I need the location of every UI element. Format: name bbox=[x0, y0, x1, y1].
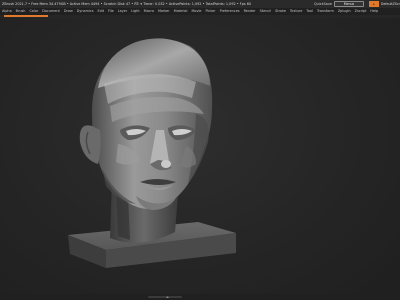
menu-texture[interactable]: Texture bbox=[290, 8, 302, 15]
menu-tool[interactable]: Tool bbox=[306, 8, 313, 15]
zbrush-window: ZBrush 2021.7 • Free Mem 34.479GB • Acti… bbox=[0, 0, 400, 300]
bottom-tray: ◂▸ bbox=[0, 294, 400, 300]
main-menu-bar: Alpha Brush Color Document Draw Dynamics… bbox=[0, 8, 400, 15]
default-zscript-button[interactable]: DefaultZScript bbox=[381, 0, 400, 8]
sculpt-model[interactable] bbox=[0, 18, 400, 300]
menu-movie[interactable]: Movie bbox=[191, 8, 201, 15]
title-status-text: ZBrush 2021.7 • Free Mem 34.479GB • Acti… bbox=[2, 2, 252, 6]
menu-file[interactable]: File bbox=[108, 8, 114, 15]
preset-icon: ▸ bbox=[373, 2, 375, 6]
menus-button[interactable]: Menus bbox=[334, 1, 364, 7]
menu-edit[interactable]: Edit bbox=[97, 8, 104, 15]
menu-brush[interactable]: Brush bbox=[16, 8, 26, 15]
canvas-viewport[interactable] bbox=[0, 18, 400, 300]
menu-dynamics[interactable]: Dynamics bbox=[77, 8, 94, 15]
menu-alpha[interactable]: Alpha bbox=[2, 8, 12, 15]
title-bar: ZBrush 2021.7 • Free Mem 34.479GB • Acti… bbox=[0, 0, 400, 8]
menu-layer[interactable]: Layer bbox=[118, 8, 127, 15]
menu-preferences[interactable]: Preferences bbox=[220, 8, 240, 15]
menu-zscript[interactable]: Zscript bbox=[355, 8, 367, 15]
menu-stroke[interactable]: Stroke bbox=[275, 8, 286, 15]
menu-material[interactable]: Material bbox=[174, 8, 188, 15]
progress-fill bbox=[4, 15, 48, 17]
menu-help[interactable]: Help bbox=[370, 8, 378, 15]
menu-stencil[interactable]: Stencil bbox=[260, 8, 271, 15]
head bbox=[79, 38, 213, 210]
menu-render[interactable]: Render bbox=[244, 8, 256, 15]
menu-light[interactable]: Light bbox=[131, 8, 139, 15]
tray-handle[interactable] bbox=[148, 296, 182, 298]
menu-zplugin[interactable]: Zplugin bbox=[338, 8, 351, 15]
menu-marker[interactable]: Marker bbox=[158, 8, 170, 15]
quicksave-button[interactable]: QuickSave bbox=[314, 0, 332, 8]
tray-arrow-icon[interactable]: ◂▸ bbox=[166, 295, 169, 299]
preset-button[interactable]: ▸ bbox=[369, 1, 379, 7]
menu-transform[interactable]: Transform bbox=[317, 8, 334, 15]
menu-document[interactable]: Document bbox=[42, 8, 60, 15]
menu-draw[interactable]: Draw bbox=[64, 8, 73, 15]
menu-picker[interactable]: Picker bbox=[206, 8, 216, 15]
menu-macro[interactable]: Macro bbox=[144, 8, 154, 15]
menu-color[interactable]: Color bbox=[29, 8, 38, 15]
